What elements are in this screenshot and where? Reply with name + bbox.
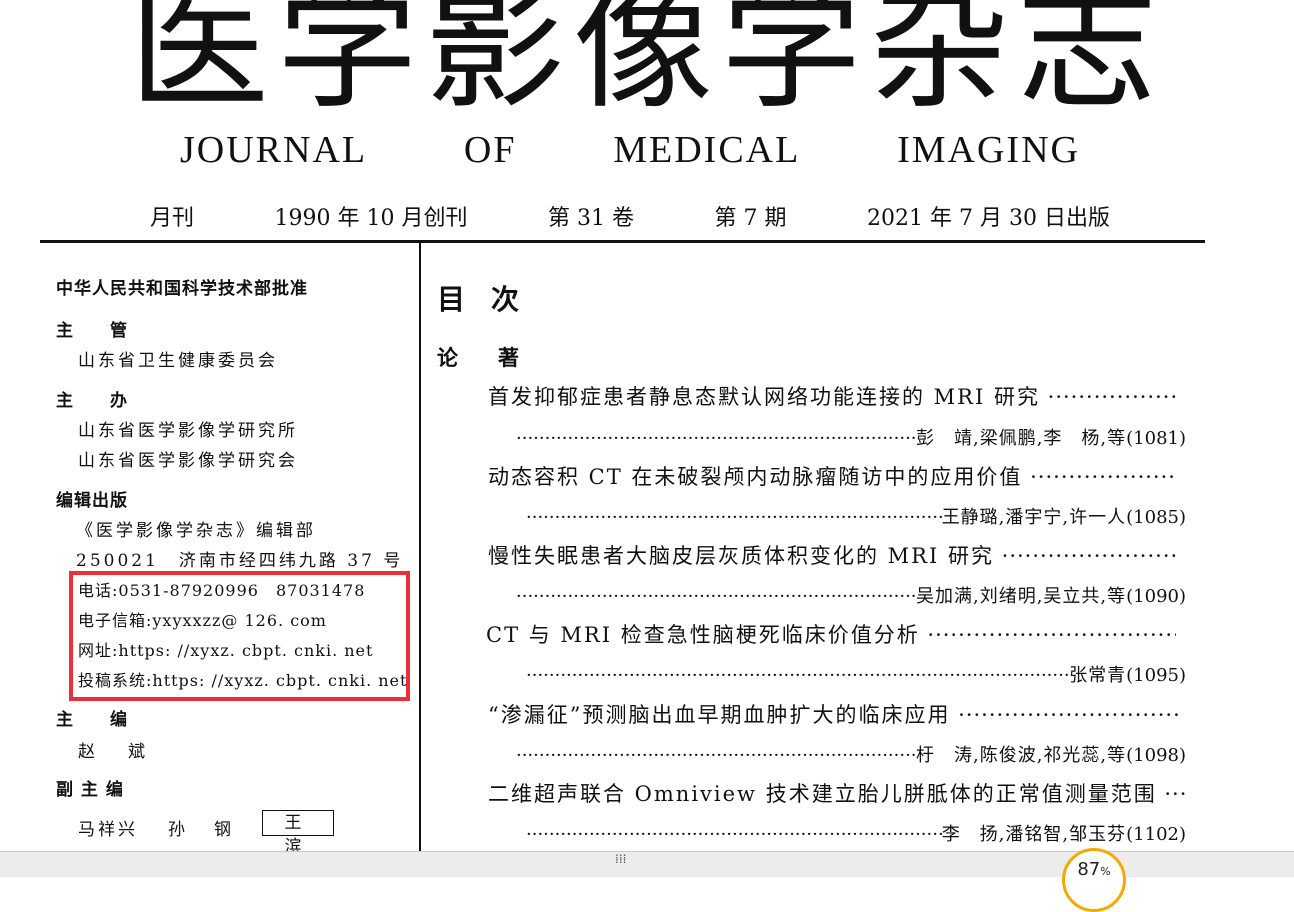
founded-date: 1990 年 10 月创刊 [274, 206, 468, 231]
article-title[interactable]: 慢性失眠患者大脑皮层灰质体积变化的 MRI 研究 [488, 540, 1178, 570]
deputy-editor-label: 副 主 编 [56, 780, 124, 800]
article-byline: 杅 涛,陈俊波,祁光蕊,等 (1098) [488, 741, 1186, 767]
subtitle-word: IMAGING [897, 129, 1080, 171]
sponsor-value: 山东省医学影像学研究所 [78, 421, 298, 441]
phone: 电话:0531-87920996 87031478 [78, 581, 366, 600]
article-authors: 吴加满,刘绪明,吴立共,等 [915, 586, 1127, 607]
dot-leader [526, 824, 942, 845]
zoom-unit: % [1100, 865, 1111, 878]
article-title[interactable]: “渗漏征”预测脑出血早期血肿扩大的临床应用 [488, 699, 1178, 729]
article-byline: 吴加满,刘绪明,吴立共,等 (1090) [488, 582, 1186, 608]
article-title[interactable]: 动态容积 CT 在未破裂颅内动脉瘤随访中的应用价值 [488, 461, 1178, 491]
article-page: (1102) [1126, 824, 1186, 845]
column-divider [419, 243, 421, 851]
publication-info: 月刊 1990 年 10 月创刊 第 31 卷 第 7 期 2021 年 7 月… [150, 200, 1110, 232]
editor-label: 主 编 [56, 710, 128, 730]
subtitle-word: MEDICAL [613, 129, 801, 171]
publish-date: 2021 年 7 月 30 日出版 [867, 206, 1110, 231]
email: 电子信箱:yxyxxzz@ 126. com [78, 611, 327, 630]
sponsor-value: 山东省医学影像学研究会 [78, 451, 298, 471]
volume: 第 31 卷 [548, 206, 634, 231]
frequency: 月刊 [150, 206, 195, 231]
article-byline: 张常青 (1095) [488, 661, 1186, 687]
toc-title: 目次 [437, 283, 546, 316]
deputy-editor-name: 孙 钢 [168, 820, 237, 840]
article-authors: 张常青 [1069, 665, 1127, 686]
article-page: (1090) [1126, 586, 1186, 607]
article-page: (1085) [1126, 507, 1186, 528]
supervisor-label: 主 管 [56, 321, 128, 341]
address: 250021 济南市经四纬九路 37 号 [76, 551, 404, 571]
article-authors: 彭 靖,梁佩鹏,李 杨,等 [915, 428, 1127, 449]
zoom-level-badge[interactable]: 87% [1062, 848, 1126, 912]
submission-system: 投稿系统:https: //xyxz. cbpt. cnki. net [78, 671, 408, 690]
issue: 第 7 期 [714, 206, 787, 231]
dot-leader [526, 507, 942, 528]
article-authors: 王静璐,潘宇宁,许一人 [941, 507, 1127, 528]
article-page: (1081) [1126, 428, 1186, 449]
article-byline: 彭 靖,梁佩鹏,李 杨,等 (1081) [488, 424, 1186, 450]
splitter-grip-icon[interactable]: ⁞⁞⁞ [615, 852, 626, 866]
journal-english-title: JOURNAL OF MEDICAL IMAGING [180, 128, 1080, 172]
approval-line: 中华人民共和国科学技术部批准 [56, 279, 308, 299]
journal-title: 医学影像学杂志 [128, 0, 1165, 129]
supervisor-value: 山东省卫生健康委员会 [78, 351, 278, 371]
article-page: (1098) [1126, 745, 1186, 766]
section-title: 论著 [437, 346, 559, 370]
subtitle-word: OF [463, 129, 517, 171]
subtitle-word: JOURNAL [180, 129, 368, 171]
dot-leader [516, 745, 916, 766]
article-byline: 李 扬,潘铭智,邹玉芬 (1102) [488, 820, 1186, 846]
deputy-editor-name-boxed: 王 滨 [262, 810, 334, 857]
article-title[interactable]: 二维超声联合 Omniview 技术建立胎儿胼胝体的正常值测量范围 [488, 778, 1188, 808]
article-title[interactable]: 首发抑郁症患者静息态默认网络功能连接的 MRI 研究 [488, 381, 1178, 411]
dot-leader [516, 428, 916, 449]
editorial-label: 编辑出版 [56, 491, 128, 511]
article-title[interactable]: CT 与 MRI 检查急性脑梗死临床价值分析 [486, 619, 1176, 649]
article-authors: 杅 涛,陈俊波,祁光蕊,等 [915, 745, 1127, 766]
article-authors: 李 扬,潘铭智,邹玉芬 [941, 824, 1127, 845]
header-rule [40, 240, 1205, 243]
website: 网址:https: //xyxz. cbpt. cnki. net [78, 641, 374, 660]
zoom-value: 87 [1077, 859, 1101, 880]
dot-leader [516, 586, 916, 607]
sponsor-label: 主 办 [56, 391, 128, 411]
editor-name: 赵 斌 [78, 742, 153, 762]
article-page: (1095) [1126, 665, 1186, 686]
article-byline: 王静璐,潘宇宁,许一人 (1085) [488, 503, 1186, 529]
deputy-editor-name: 马祥兴 [78, 820, 138, 840]
dot-leader [526, 665, 1069, 686]
editorial-dept: 《医学影像学杂志》编辑部 [76, 521, 316, 541]
